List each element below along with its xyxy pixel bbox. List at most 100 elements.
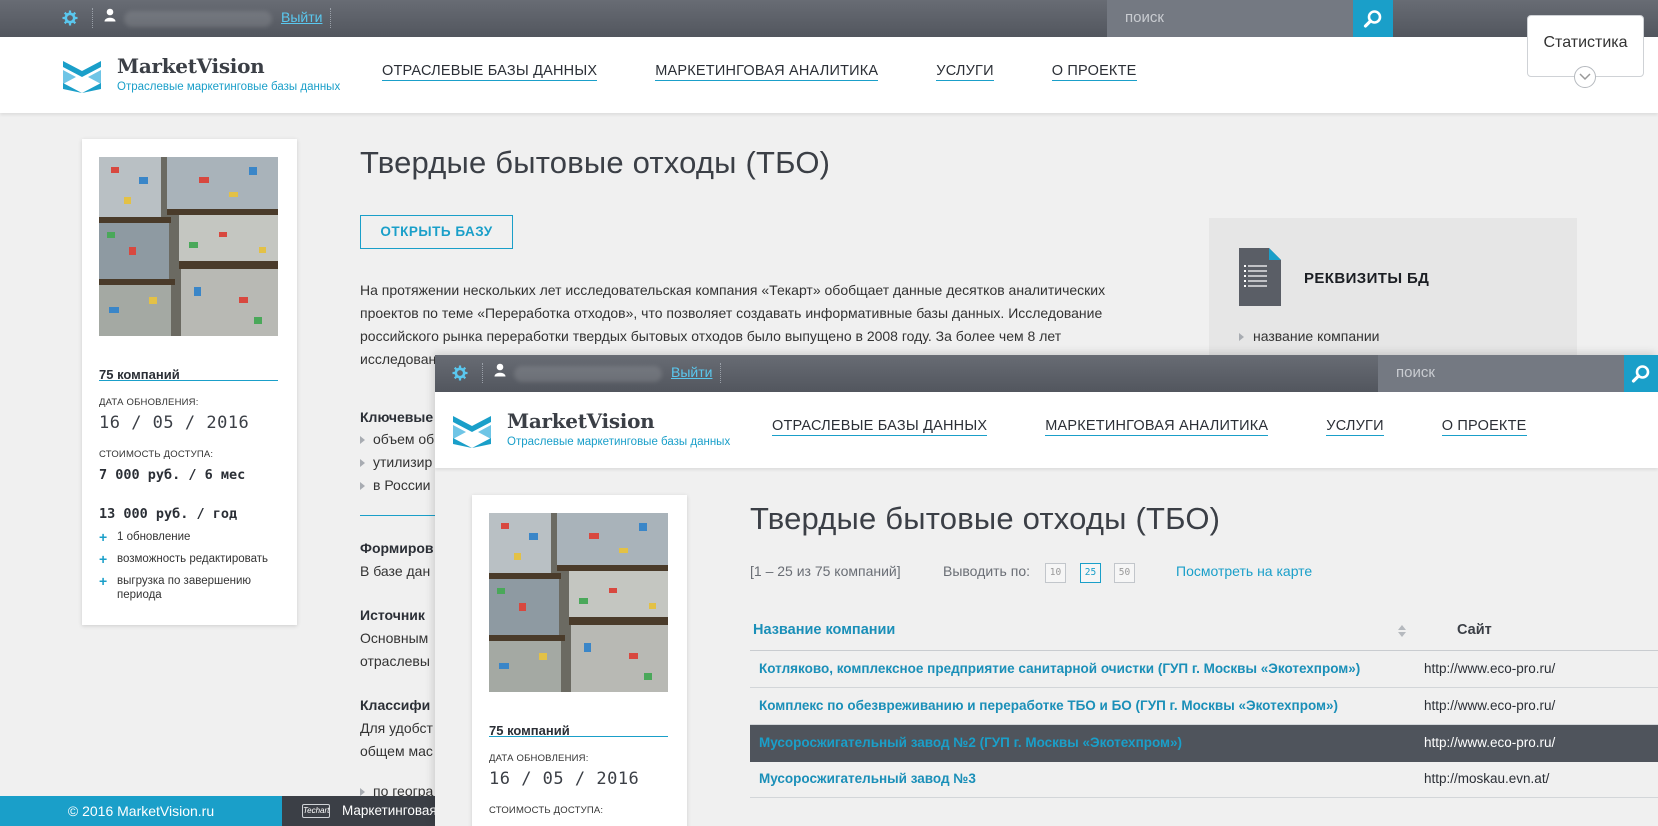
price-year: 13 000 руб. / год [99,506,238,522]
database-info-card: 75 компаний ДАТА ОБНОВЛЕНИЯ: 16 / 05 / 2… [82,139,297,625]
formation-section: Формиров В базе дан [360,537,434,583]
chevron-down-icon[interactable] [1574,66,1596,88]
per-page-label: Выводить по: [943,563,1031,579]
site-logo[interactable]: MarketVision Отраслевые маркетинговые ба… [62,54,362,100]
section-text: Для удобст [360,720,433,736]
logo-tagline: Отраслевые маркетинговые базы данных [507,436,731,448]
topbar-divider [92,8,93,28]
table-row-highlighted[interactable]: Мусоросжигательный завод №2 (ГУП г. Моск… [750,725,1658,762]
page-title: Твердые бытовые отходы (ТБО) [750,501,1221,536]
section-text: В базе дан [360,563,431,579]
view-on-map-link[interactable]: Посмотреть на карте [1176,563,1312,579]
marketvision-logo-icon [453,416,491,448]
company-site: http://www.eco-pro.ru/ [1424,698,1556,713]
classification-section: Классифи Для удобст общем мас [360,694,433,763]
per-page-option-50[interactable]: 50 [1114,563,1135,583]
table-row[interactable]: Мусоросжигательный завод №3 http://moska… [750,761,1658,798]
sort-arrows-icon[interactable] [1398,625,1406,637]
per-page-option-10[interactable]: 10 [1045,563,1066,583]
nav-about[interactable]: О ПРОЕКТЕ [1441,418,1527,436]
description-line: российского рынка переработки твердых бы… [360,328,1062,344]
document-icon [1239,248,1281,306]
top-bar: Выйти поиск [0,0,1658,37]
cost-label: СТОИМОСТЬ ДОСТУПА: [99,449,214,460]
list-item: в России [360,474,434,497]
section-text: Основным [360,630,429,646]
nav-services[interactable]: УСЛУГИ [1326,418,1384,436]
company-name-link[interactable]: Котляково, комплексное предприятие санит… [759,661,1360,676]
nav-marketing-analytics[interactable]: МАРКЕТИНГОВАЯ АНАЛИТИКА [1045,418,1269,436]
feature-label: 1 обновление [117,531,191,543]
column-header-company[interactable]: Название компании [753,622,895,638]
logo-name: MarketVision [507,409,655,433]
nav-industry-databases[interactable]: ОТРАСЛЕВЫЕ БАЗЫ ДАННЫХ [772,418,988,436]
site-header: MarketVision Отраслевые маркетинговые ба… [0,37,1658,113]
list-item: объем об [360,428,434,451]
search-icon [1631,364,1650,383]
statistics-label: Статистика [1543,34,1628,51]
company-name-link[interactable]: Комплекс по обезвреживанию и переработке… [759,698,1338,713]
logo-tagline: Отраслевые маркетинговые базы данных [117,81,341,93]
feature-item: + возможность редактировать [99,552,284,566]
main-nav: ОТРАСЛЕВЫЕ БАЗЫ ДАННЫХ МАРКЕТИНГОВАЯ АНА… [772,418,1585,436]
username-redacted [514,366,662,382]
company-site: http://moskau.evn.at/ [1424,771,1550,786]
company-site: http://www.eco-pro.ru/ [1424,735,1556,750]
price-month: 7 000 руб. / 6 мес [99,467,246,483]
requisites-title: РЕКВИЗИТЫ БД [1304,270,1430,287]
description-line: На протяжении нескольких лет исследовате… [360,282,1106,298]
section-heading: Источник [360,607,425,623]
page-title: Твердые бытовые отходы (ТБО) [360,145,831,180]
logo-name: MarketVision [117,54,265,78]
search-button[interactable] [1624,355,1658,392]
techart-logo[interactable]: Techart [302,804,330,818]
nav-industry-databases[interactable]: ОТРАСЛЕВЫЕ БАЗЫ ДАННЫХ [382,63,598,81]
table-row[interactable]: Котляково, комплексное предприятие санит… [750,651,1658,688]
feature-item: +1 обновление [99,530,284,544]
nav-about[interactable]: О ПРОЕКТЕ [1051,63,1137,81]
company-name-link[interactable]: Мусоросжигательный завод №2 (ГУП г. Моск… [759,735,1182,750]
marketvision-logo-icon [63,61,101,93]
company-name-link[interactable]: Мусоросжигательный завод №3 [759,771,976,786]
logout-link[interactable]: Выйти [671,364,712,380]
per-page-option-25[interactable]: 25 [1080,563,1101,583]
nav-marketing-analytics[interactable]: МАРКЕТИНГОВАЯ АНАЛИТИКА [655,63,879,81]
key-section-heading: Ключевые [360,409,433,425]
section-heading: Формиров [360,540,434,556]
site-logo[interactable]: MarketVision Отраслевые маркетинговые ба… [452,409,752,455]
logout-link[interactable]: Выйти [281,9,322,25]
update-label: ДАТА ОБНОВЛЕНИЯ: [99,397,199,408]
search-button[interactable] [1353,0,1393,37]
column-header-site[interactable]: Сайт [1457,622,1492,638]
copyright: © 2016 MarketVision.ru [0,796,282,826]
table-header: Название компании Сайт [750,610,1658,650]
settings-gear-icon[interactable] [452,365,468,381]
user-icon [494,363,506,379]
statistics-tab[interactable]: Статистика [1527,15,1644,88]
feature-label: выгрузка по завершению периода [117,575,252,601]
topbar-divider [720,363,721,383]
foreground-window: Выйти поиск MarketVision Отраслевые марк… [435,355,1658,826]
key-bullets: объем об утилизир в России [360,428,434,497]
list-item: утилизир [360,451,434,474]
search-input[interactable]: поиск [1378,355,1624,392]
cost-label: СТОИМОСТЬ ДОСТУПА: [489,805,604,816]
feature-label: возможность редактировать [117,553,269,565]
site-footer: © 2016 MarketVision.ru Techart Маркетинг… [0,796,440,826]
topbar-divider [330,8,331,28]
waste-bales-photo [489,513,668,692]
settings-gear-icon[interactable] [62,10,78,26]
table-row[interactable]: Комплекс по обезвреживанию и переработке… [750,688,1658,725]
search-input[interactable]: поиск [1107,0,1353,37]
card-divider [489,736,668,737]
results-range: [1 – 25 из 75 компаний] [750,563,901,579]
open-database-button[interactable]: ОТКРЫТЬ БАЗУ [360,215,513,249]
section-heading: Ключевые [360,409,434,425]
site-header: MarketVision Отраслевые маркетинговые ба… [435,392,1658,468]
requisites-item: название компании [1239,328,1380,344]
description-line: проектов по теме «Переработка отходов», … [360,305,1103,321]
section-text: отраслевы [360,653,430,669]
section-text: общем мас [360,743,433,759]
plus-icon: + [99,529,108,545]
nav-services[interactable]: УСЛУГИ [936,63,994,81]
